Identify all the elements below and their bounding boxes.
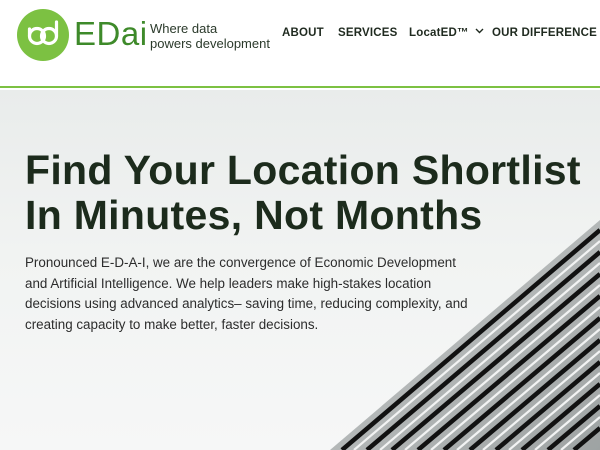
nav-item-our-difference[interactable]: OUR DIFFERENCE bbox=[492, 27, 597, 39]
nav-item-located-label: LocatED™ bbox=[409, 27, 469, 39]
chevron-down-icon bbox=[475, 28, 484, 34]
site-header: EDai Where data powers development ABOUT… bbox=[0, 0, 600, 88]
nav-item-located[interactable]: LocatED™ bbox=[409, 27, 484, 39]
nav-item-services[interactable]: SERVICES bbox=[338, 27, 398, 39]
hero-description: Pronounced E-D-A-I, we are the convergen… bbox=[25, 255, 468, 332]
nav-item-about[interactable]: ABOUT bbox=[282, 27, 324, 39]
hero-section: Find Your Location Shortlist In Minutes,… bbox=[0, 90, 600, 450]
main-nav: ABOUT SERVICES LocatED™ OUR DIFFERENCE bbox=[0, 27, 600, 43]
hero-title-line-1: Find Your Location Shortlist bbox=[25, 147, 581, 193]
hero-title-line-2: In Minutes, Not Months bbox=[25, 192, 483, 238]
hero-title: Find Your Location Shortlist In Minutes,… bbox=[25, 148, 600, 238]
